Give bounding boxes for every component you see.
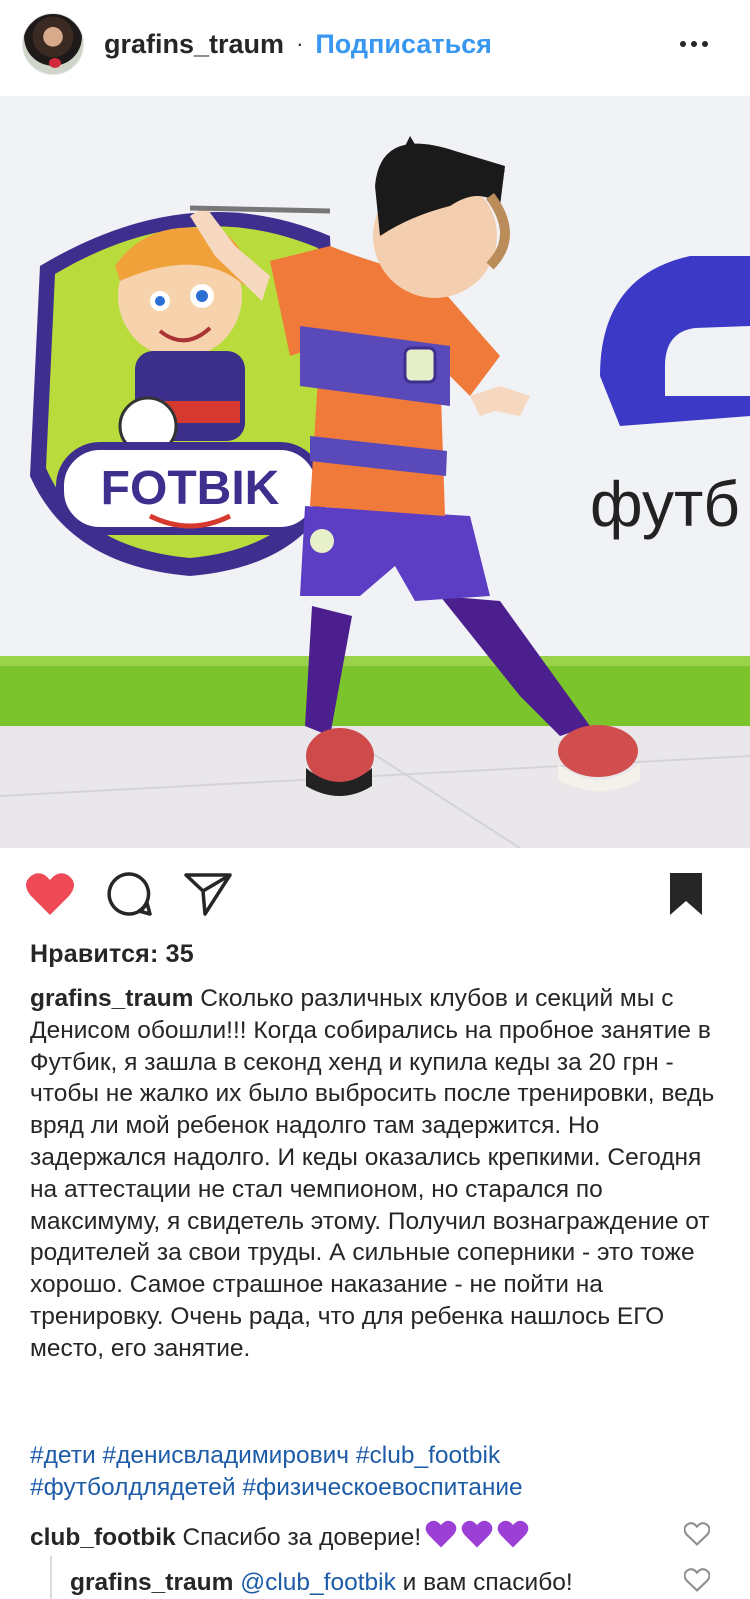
header-separator: · [296,31,304,56]
likes-count[interactable]: Нравится: 35 [30,940,194,969]
reply-like-icon[interactable] [683,1568,712,1594]
photo-illustration: FOTBIK футб [0,96,750,848]
reply-username[interactable]: grafins_traum [70,1569,233,1596]
caption-username[interactable]: grafins_traum [30,985,193,1012]
post-header: grafins_traum · Подписаться [0,0,750,88]
reply-mention[interactable]: @club_footbik [240,1569,396,1596]
more-options-icon[interactable] [680,41,728,47]
comment-item: club_footbik Спасибо за доверие! [30,1519,529,1554]
reply-item: grafins_traum @club_footbik и вам спасиб… [70,1567,573,1599]
reply-thread-line [50,1556,52,1599]
comment-like-icon[interactable] [683,1522,712,1548]
purple-hearts-emoji [425,1519,529,1549]
avatar[interactable] [22,13,84,75]
wall-text: футб [590,468,740,540]
hashtags: #дети #денисвладимирович #club_footbik #… [30,1440,730,1504]
caption-text: Сколько различных клубов и секций мы с Д… [30,985,715,1362]
comment-username[interactable]: club_footbik [30,1524,176,1551]
reply-text: и вам спасибо! [402,1569,573,1596]
follow-button[interactable]: Подписаться [315,29,492,60]
post-caption: grafins_traum Сколько различных клубов и… [30,983,722,1365]
share-icon[interactable] [182,868,234,920]
hashtags-line-2[interactable]: #футболдлядетей #физическоевоспитание [30,1474,523,1501]
logo-text: FOTBIK [101,462,280,515]
header-username[interactable]: grafins_traum [104,29,284,60]
action-bar [0,858,750,930]
post-photo[interactable]: FOTBIK футб [0,96,750,848]
bookmark-icon[interactable] [660,868,712,920]
hashtags-line-1[interactable]: #дети #денисвладимирович #club_footbik [30,1442,500,1469]
comment-text: Спасибо за доверие! [182,1524,422,1551]
heart-icon[interactable] [24,868,76,920]
comment-icon[interactable] [104,868,156,920]
